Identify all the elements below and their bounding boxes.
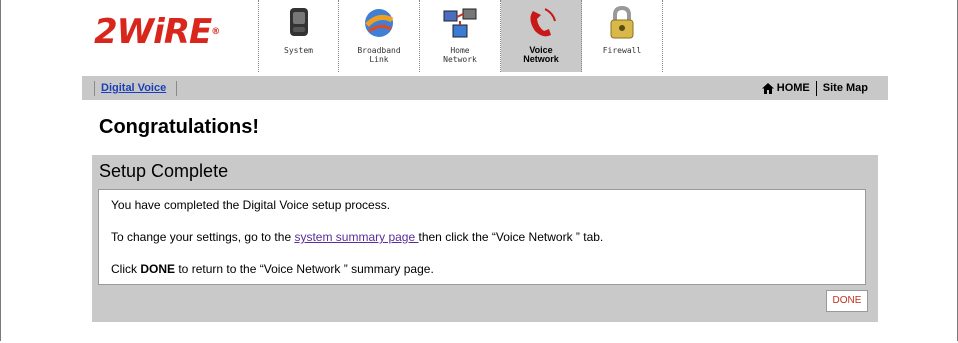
home-link[interactable]: HOME — [761, 81, 810, 96]
tab-label: Voice Network — [523, 45, 559, 64]
page-title: Congratulations! — [99, 116, 259, 138]
panel-heading: Setup Complete — [99, 161, 229, 181]
tab-system[interactable]: System — [258, 0, 339, 72]
nav-bar: Digital Voice HOME Site Map — [82, 76, 888, 100]
home-icon — [761, 83, 774, 94]
tab-home-network[interactable]: Home Network — [420, 0, 501, 72]
tab-label: Firewall — [602, 46, 642, 55]
nav-links: HOME Site Map — [761, 81, 868, 96]
home-network-icon — [443, 8, 477, 38]
home-label: HOME — [776, 82, 810, 94]
tab-voice-network[interactable]: Voice Network — [501, 0, 582, 72]
broadband-globe-icon — [365, 9, 394, 37]
setup-complete-panel: Setup Complete You have completed the Di… — [92, 155, 878, 322]
done-instruction: Click DONE to return to the “Voice Netwo… — [111, 262, 434, 276]
breadcrumb-digital-voice[interactable]: Digital Voice — [94, 81, 178, 96]
system-summary-link[interactable]: system summary page — [294, 230, 418, 244]
done-button[interactable]: DONE — [826, 290, 868, 312]
nav-divider — [815, 81, 817, 96]
panel-body: You have completed the Digital Voice set… — [98, 189, 866, 285]
tab-firewall[interactable]: Firewall — [582, 0, 663, 72]
tab-broadband-link[interactable]: Broadband Link — [339, 0, 420, 72]
padlock-icon — [610, 5, 634, 39]
system-icon — [289, 8, 308, 36]
site-map-link[interactable]: Site Map — [823, 81, 868, 96]
tab-label: Home Network — [443, 46, 477, 64]
main-tabs: System Broadband Link Home Network Voice Ne… — [258, 0, 663, 72]
phone-icon — [530, 8, 556, 37]
tab-label: Broadband Link — [357, 46, 401, 64]
change-settings-message: To change your settings, go to the syste… — [111, 230, 604, 244]
2wire-logo[interactable]: 2WiRE® — [94, 14, 220, 50]
tab-label: System — [284, 46, 313, 55]
completion-message: You have completed the Digital Voice set… — [111, 198, 391, 212]
